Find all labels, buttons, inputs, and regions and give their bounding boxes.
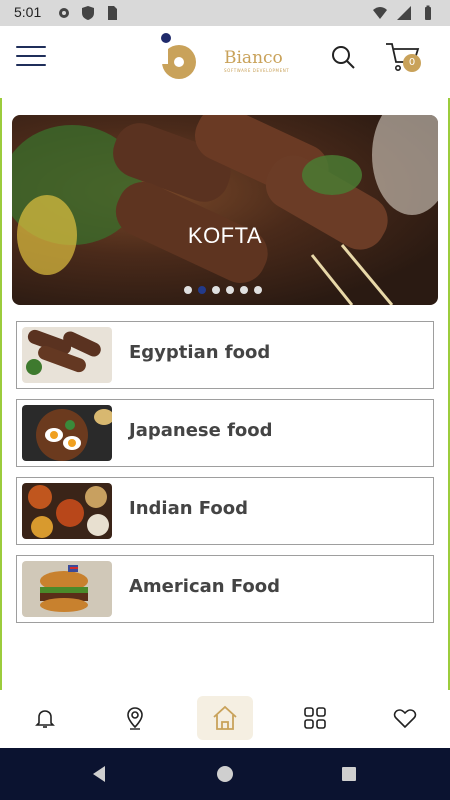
nav-categories[interactable]: [287, 696, 343, 740]
system-navigation-bar: [0, 748, 450, 800]
hero-carousel[interactable]: KOFTA: [12, 115, 438, 305]
nav-favorites[interactable]: [377, 696, 433, 740]
carousel-caption: KOFTA: [187, 223, 263, 248]
sim-card-icon: [108, 6, 117, 20]
brand-tagline: SOFTWARE DEVELOPMENT: [224, 68, 290, 73]
nav-notifications[interactable]: [17, 696, 73, 740]
home-icon: [213, 705, 237, 730]
carousel-dot[interactable]: [254, 286, 262, 294]
carousel-dot[interactable]: [212, 286, 220, 294]
search-icon[interactable]: [330, 44, 356, 70]
category-list: Egyptian food Japanese food Indian Food …: [16, 321, 434, 633]
shield-icon: [82, 6, 94, 20]
carousel-dot[interactable]: [240, 286, 248, 294]
menu-line: [16, 46, 46, 48]
category-label: Egyptian food: [129, 342, 271, 363]
back-button[interactable]: [88, 763, 110, 785]
category-item-egyptian[interactable]: Egyptian food: [16, 321, 434, 389]
menu-line: [16, 55, 46, 57]
menu-button[interactable]: [16, 46, 46, 70]
carousel-dot[interactable]: [184, 286, 192, 294]
location-pin-icon: [127, 707, 143, 730]
category-item-american[interactable]: American Food: [16, 555, 434, 623]
status-time: 5:01: [14, 4, 42, 20]
bell-icon: [35, 710, 55, 728]
kofta-image: [12, 115, 438, 305]
category-thumbnail: [22, 405, 112, 461]
carousel-dot-active[interactable]: [198, 286, 206, 294]
category-label: Indian Food: [129, 498, 248, 519]
recents-square-icon: [342, 767, 356, 781]
category-item-indian[interactable]: Indian Food: [16, 477, 434, 545]
category-thumbnail: [22, 327, 112, 383]
category-item-japanese[interactable]: Japanese food: [16, 399, 434, 467]
bottom-navigation: [0, 690, 450, 748]
grid-icon: [304, 707, 326, 729]
app-bar: Bianco SOFTWARE DEVELOPMENT: [0, 26, 450, 98]
wifi-icon: [373, 7, 387, 19]
heart-icon: [393, 709, 417, 729]
menu-line: [16, 64, 46, 66]
category-thumbnail: [22, 561, 112, 617]
recents-button[interactable]: [338, 763, 360, 785]
home-circle-icon: [217, 766, 233, 782]
status-bar: 5:01: [0, 0, 450, 26]
brand-logo: [161, 33, 196, 79]
battery-icon: [425, 5, 431, 20]
home-system-button[interactable]: [214, 763, 236, 785]
settings-icon: [59, 8, 69, 18]
nav-home[interactable]: [197, 696, 253, 740]
cart-count-badge: 0: [403, 54, 421, 72]
nav-location[interactable]: [107, 696, 163, 740]
carousel-dot[interactable]: [226, 286, 234, 294]
back-triangle-icon: [93, 766, 105, 782]
category-thumbnail: [22, 483, 112, 539]
brand-name: Bianco: [224, 48, 283, 68]
carousel-indicators: [184, 286, 262, 294]
category-label: American Food: [129, 576, 281, 597]
signal-icon: [397, 6, 411, 20]
category-label: Japanese food: [129, 420, 273, 441]
